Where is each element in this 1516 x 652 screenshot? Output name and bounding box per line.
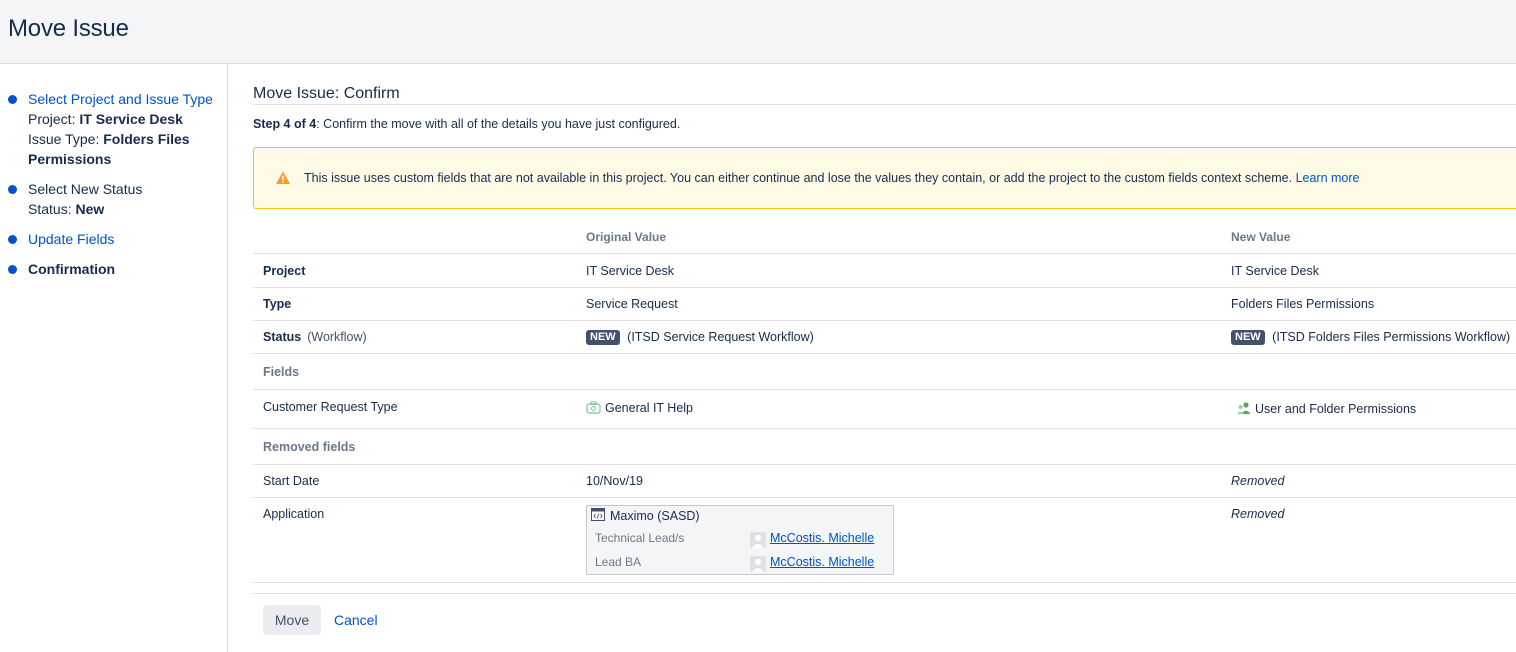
col-new-header: New Value: [1231, 230, 1291, 244]
step-select-status-label: Select New Status: [28, 181, 143, 197]
step-select-project: Select Project and Issue Type Project: I…: [8, 89, 213, 169]
status-badge: NEW: [586, 330, 620, 345]
table-row: Project IT Service Desk IT Service Desk: [253, 254, 1516, 288]
actions-divider: [253, 593, 1516, 594]
step-status-value: New: [75, 201, 105, 217]
row-crt-original-wrap: General IT Help: [586, 401, 693, 415]
section-heading: Move Issue: Confirm: [253, 85, 400, 102]
step-bullet-icon: [8, 185, 17, 194]
table-row: Type Service Request Folders Files Permi…: [253, 288, 1516, 321]
row-status-new-wrap: NEW (ITSD Folders Files Permissions Work…: [1231, 330, 1510, 345]
row-startdate-new: Removed: [1231, 474, 1285, 488]
removed-section-label: Removed fields: [263, 440, 356, 454]
table-row: Customer Request Type General IT Help Us…: [253, 390, 1516, 429]
row-project-label: Project: [263, 264, 306, 278]
col-original-header: Original Value: [586, 230, 667, 244]
row-application-label: Application: [263, 507, 325, 521]
users-icon: [1237, 402, 1251, 414]
row-startdate-label: Start Date: [263, 474, 320, 488]
row-crt-label: Customer Request Type: [263, 400, 398, 414]
row-status-original-wrap: NEW (ITSD Service Request Workflow): [586, 330, 814, 345]
cancel-link[interactable]: Cancel: [334, 612, 378, 628]
section-row-fields: Fields: [253, 354, 1516, 390]
step-confirmation-label: Confirmation: [28, 261, 116, 277]
step-info-bold: Step 4 of 4: [253, 117, 317, 131]
row-startdate-original: 10/Nov/19: [586, 474, 643, 488]
request-type-icon: [586, 401, 601, 414]
row-status-original: (ITSD Service Request Workflow): [627, 330, 814, 344]
row-status-workflow: (Workflow): [307, 330, 367, 344]
page-title: Move Issue: [8, 15, 129, 42]
learn-more-link[interactable]: Learn more: [1296, 171, 1360, 185]
step-type-key: Issue Type:: [28, 131, 100, 147]
application-title: Maximo (SASD): [610, 509, 700, 523]
step-project-value: IT Service Desk: [79, 111, 183, 127]
main-content: Move Issue: Confirm Step 4 of 4: Confirm…: [253, 64, 1516, 652]
row-project-new: IT Service Desk: [1231, 264, 1319, 278]
technical-lead-user-link[interactable]: McCostis. Michelle: [770, 531, 874, 545]
step-bullet-icon: [8, 235, 17, 244]
row-project-original: IT Service Desk: [586, 264, 674, 278]
step-update-fields-link[interactable]: Update Fields: [28, 231, 114, 247]
step-bullet-icon: [8, 95, 17, 104]
row-status-label: Status: [263, 330, 302, 344]
table-header-row: Original Value New Value: [253, 224, 1516, 254]
wizard-sidebar: Select Project and Issue Type Project: I…: [0, 64, 228, 652]
section-row-removed: Removed fields: [253, 429, 1516, 465]
row-type-label: Type: [263, 297, 292, 311]
warning-text: This issue uses custom fields that are n…: [304, 171, 1360, 185]
warning-message: This issue uses custom fields that are n…: [253, 147, 1516, 209]
row-status-new: (ITSD Folders Files Permissions Workflow…: [1272, 330, 1511, 344]
step-select-status: Select New Status Status: New: [8, 179, 143, 219]
row-type-new: Folders Files Permissions: [1231, 297, 1375, 311]
lead-ba-user-link[interactable]: McCostis. Michelle: [770, 555, 874, 569]
technical-lead-label: Technical Lead/s: [595, 531, 685, 545]
user-avatar-icon: [750, 556, 766, 572]
step-update-fields: Update Fields: [8, 229, 114, 249]
row-crt-original: General IT Help: [605, 401, 694, 415]
row-crt-new: User and Folder Permissions: [1255, 402, 1417, 416]
step-bullet-icon: [8, 265, 17, 274]
heading-divider: [253, 104, 1516, 105]
step-select-project-link[interactable]: Select Project and Issue Type: [28, 91, 213, 107]
step-info: Step 4 of 4: Confirm the move with all o…: [253, 117, 680, 131]
table-row: Status (Workflow) NEW (ITSD Service Reque…: [253, 321, 1516, 354]
row-crt-new-wrap: User and Folder Permissions: [1236, 401, 1416, 416]
avatar: [750, 532, 766, 548]
move-button[interactable]: Move: [263, 605, 321, 635]
step-type-value-cont: Permissions: [28, 151, 112, 167]
step-info-text: : Confirm the move with all of the detai…: [316, 117, 681, 131]
page-header: Move Issue: [0, 0, 1516, 64]
step-status-key: Status:: [28, 201, 72, 217]
table-row: Start Date 10/Nov/19 Removed: [253, 465, 1516, 498]
row-type-original: Service Request: [586, 297, 678, 311]
row-status-label-wrap: Status (Workflow): [263, 330, 367, 344]
application-card: Maximo (SASD) Technical Lead/s McCostis.…: [586, 505, 894, 575]
step-confirmation: Confirmation: [8, 259, 116, 279]
step-project-key: Project:: [28, 111, 76, 127]
lead-ba-label: Lead BA: [595, 555, 642, 569]
status-badge: NEW: [1231, 330, 1265, 345]
warning-body: This issue uses custom fields that are n…: [304, 171, 1293, 185]
application-icon: [591, 508, 605, 521]
user-avatar-icon: [750, 532, 766, 548]
fields-section-label: Fields: [263, 365, 300, 379]
avatar: [750, 556, 766, 572]
warning-icon: [276, 171, 290, 184]
step-type-value: Folders Files: [103, 131, 190, 147]
row-application-new: Removed: [1231, 507, 1285, 521]
